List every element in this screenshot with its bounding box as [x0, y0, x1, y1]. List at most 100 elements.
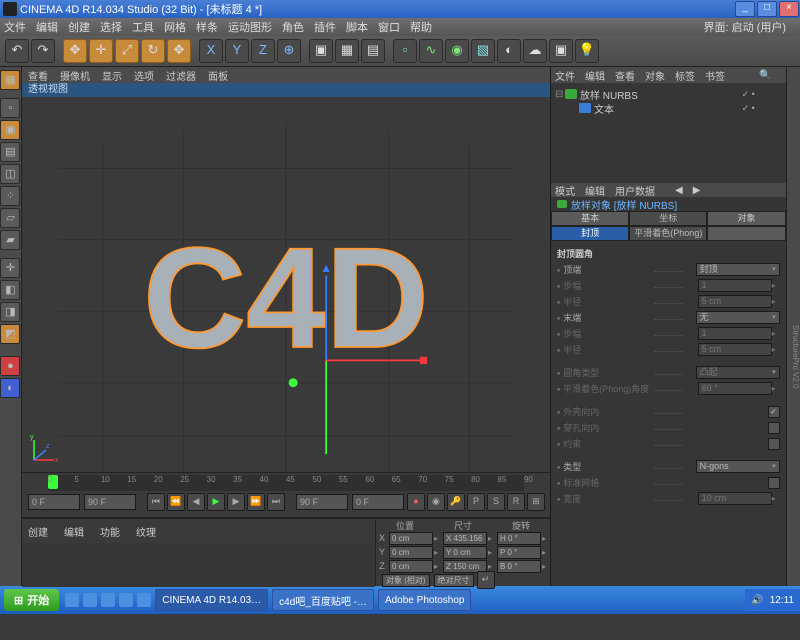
quicklaunch-icon[interactable]: [101, 593, 115, 607]
viewport-canvas[interactable]: C4D y x z: [22, 97, 550, 472]
mat-texture[interactable]: 纹理: [136, 524, 156, 539]
camera-tool[interactable]: ▣: [549, 39, 573, 63]
make-editable[interactable]: ▦: [0, 70, 20, 90]
start-button[interactable]: ⊞开始: [4, 589, 59, 611]
menu-mograph[interactable]: 运动图形: [228, 19, 272, 35]
mat-edit[interactable]: 编辑: [64, 524, 84, 539]
attr-field[interactable]: 10 cm: [698, 492, 772, 505]
coord-system[interactable]: ⊕: [277, 39, 301, 63]
tray-icon[interactable]: 🔊: [751, 595, 763, 606]
quicklaunch-icon[interactable]: [137, 593, 151, 607]
spline-tool[interactable]: ∿: [419, 39, 443, 63]
menu-plugins[interactable]: 插件: [314, 19, 336, 35]
next-frame[interactable]: ▶: [227, 493, 245, 511]
timeline-ruler[interactable]: 051015202530354045505560657075808590: [48, 475, 524, 491]
goto-prevkey[interactable]: ⏪: [167, 493, 185, 511]
taskbar-button[interactable]: Adobe Photoshop: [378, 589, 472, 611]
attr-checkbox[interactable]: [768, 422, 780, 434]
texture-mode[interactable]: ▤: [0, 142, 20, 162]
om-bookmarks[interactable]: 书签: [705, 68, 725, 83]
goto-nextkey[interactable]: ⏩: [247, 493, 265, 511]
clock[interactable]: 12:11: [770, 595, 794, 606]
mat-create[interactable]: 创建: [28, 524, 48, 539]
om-view[interactable]: 查看: [615, 68, 635, 83]
scale-tool[interactable]: ⤢: [115, 39, 139, 63]
menu-script[interactable]: 脚本: [346, 19, 368, 35]
render-settings[interactable]: ▤: [361, 39, 385, 63]
polygons-mode[interactable]: ▰: [0, 230, 20, 250]
quicklaunch-icon[interactable]: [83, 593, 97, 607]
quicklaunch-icon[interactable]: [119, 593, 133, 607]
nurbs-tool[interactable]: ◉: [445, 39, 469, 63]
points-mode[interactable]: ⁘: [0, 186, 20, 206]
layout-dropdown[interactable]: 界面: 启动 (用户): [704, 19, 787, 35]
prev-frame[interactable]: ◀: [187, 493, 205, 511]
modeling-tool[interactable]: ▧: [471, 39, 495, 63]
key-pos[interactable]: P: [467, 493, 485, 511]
om-file[interactable]: 文件: [555, 68, 575, 83]
minimize-button[interactable]: _: [735, 1, 755, 17]
record-button[interactable]: ●: [407, 493, 425, 511]
attr-userdata[interactable]: 用户数据: [615, 183, 655, 198]
attr-edit[interactable]: 编辑: [585, 183, 605, 198]
z-axis-toggle[interactable]: Z: [251, 39, 275, 63]
attr-dropdown[interactable]: 封顶: [696, 263, 780, 276]
menu-file[interactable]: 文件: [4, 19, 26, 35]
attr-field[interactable]: 5 cm: [698, 295, 772, 308]
dynamics-icon[interactable]: ●: [0, 356, 20, 376]
environment-tool[interactable]: ☁: [523, 39, 547, 63]
object-mode[interactable]: ▣: [0, 120, 20, 140]
right-edge-tabs[interactable]: StructurePro V2.0: [786, 67, 800, 586]
goto-end[interactable]: ⏭: [267, 493, 285, 511]
key-scale[interactable]: S: [487, 493, 505, 511]
attr-checkbox[interactable]: ✓: [768, 406, 780, 418]
attr-field[interactable]: 60 °: [698, 382, 772, 395]
attr-prev-icon[interactable]: ◀: [675, 185, 683, 196]
menu-mesh[interactable]: 网格: [164, 19, 186, 35]
menu-create[interactable]: 创建: [68, 19, 90, 35]
object-hierarchy[interactable]: ⊟放样 NURBS✓ •文本✓ •: [551, 83, 786, 183]
attr-dropdown[interactable]: N-gons: [696, 460, 780, 473]
y-axis-toggle[interactable]: Y: [225, 39, 249, 63]
attr-subtab[interactable]: 基本: [551, 211, 629, 226]
particles-icon[interactable]: ◐: [0, 378, 20, 398]
taskbar-button[interactable]: CINEMA 4D R14.03…: [155, 589, 268, 611]
taskbar-button[interactable]: c4d吧_百度贴吧 -…: [272, 589, 374, 611]
select-tool[interactable]: ✥: [63, 39, 87, 63]
om-search-icon[interactable]: 🔍: [759, 70, 771, 81]
uvpoints-mode[interactable]: ◫: [0, 164, 20, 184]
key-rot[interactable]: R: [507, 493, 525, 511]
coord-mode-dd[interactable]: 对象 (相对): [382, 574, 430, 587]
attr-subtab[interactable]: [707, 226, 785, 241]
render-region[interactable]: ▦: [335, 39, 359, 63]
vp-menu-panel[interactable]: 面板: [208, 68, 228, 83]
workplane[interactable]: ◩: [0, 324, 20, 344]
move-tool[interactable]: ✛: [89, 39, 113, 63]
coord-size-dd[interactable]: 绝对尺寸: [434, 574, 474, 587]
attr-subtab[interactable]: 封顶: [551, 226, 629, 241]
attr-mode[interactable]: 模式: [555, 183, 575, 198]
attr-field[interactable]: 1: [698, 279, 772, 292]
timeline-end[interactable]: 90 F: [296, 494, 348, 510]
coord-apply[interactable]: ↵: [477, 571, 495, 589]
play-button[interactable]: ▶: [207, 493, 225, 511]
quicklaunch-icon[interactable]: [65, 593, 79, 607]
attr-dropdown[interactable]: 凸起: [696, 366, 780, 379]
rotate-tool[interactable]: ↻: [141, 39, 165, 63]
viewport-solo[interactable]: ◧: [0, 280, 20, 300]
om-tags[interactable]: 标签: [675, 68, 695, 83]
model-mode[interactable]: ▫: [0, 98, 20, 118]
menu-window[interactable]: 窗口: [378, 19, 400, 35]
attr-checkbox[interactable]: [768, 438, 780, 450]
vp-menu-camera[interactable]: 摄像机: [60, 68, 90, 83]
undo-button[interactable]: ↶: [5, 39, 29, 63]
key-selection[interactable]: 🔑: [447, 493, 465, 511]
hierarchy-item[interactable]: 文本✓ •: [555, 101, 782, 115]
timeline-end-vis[interactable]: 90 F: [84, 494, 136, 510]
timeline-start[interactable]: 0 F: [28, 494, 80, 510]
x-axis-toggle[interactable]: X: [199, 39, 223, 63]
om-edit[interactable]: 编辑: [585, 68, 605, 83]
attr-checkbox[interactable]: [768, 477, 780, 489]
axis-mode[interactable]: ✛: [0, 258, 20, 278]
system-tray[interactable]: 🔊 12:11: [745, 589, 800, 611]
